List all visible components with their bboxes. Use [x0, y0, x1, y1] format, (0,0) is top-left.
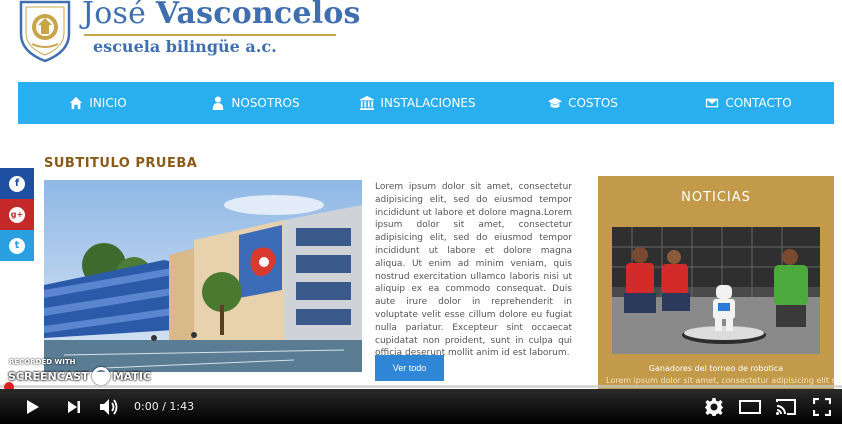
- watermark-recorded-with: RECORDED WITH: [9, 358, 76, 366]
- main-navigation: INICIO NOSOTROS INSTALACIONES COSTOS CON…: [18, 82, 834, 124]
- graduation-cap-icon: [548, 97, 563, 108]
- news-panel: NOTICIAS Ganadores del torneo de robotic…: [598, 176, 834, 396]
- nav-label: CONTACTO: [725, 96, 792, 110]
- next-button[interactable]: [62, 389, 86, 424]
- progress-bar[interactable]: [0, 385, 842, 388]
- play-icon: [27, 399, 39, 414]
- facebook-icon: f: [9, 175, 25, 192]
- nav-label: INICIO: [89, 96, 127, 110]
- brand-divider: [84, 34, 336, 36]
- theater-mode-button[interactable]: [736, 389, 764, 424]
- news-caption[interactable]: Ganadores del torneo de robotica: [598, 364, 834, 373]
- brand-last-name: Vasconcelos: [155, 0, 361, 31]
- play-button[interactable]: [20, 389, 46, 424]
- brand-title: José Vasconcelos: [82, 0, 361, 31]
- fullscreen-icon: [813, 397, 831, 416]
- news-title: NOTICIAS: [681, 190, 751, 205]
- screencast-circle-icon: [91, 367, 110, 385]
- building-icon: [360, 96, 375, 110]
- googleplus-icon: g+: [9, 206, 25, 223]
- watermark-right-text: MATIC: [112, 369, 151, 383]
- gear-icon: [705, 397, 723, 416]
- time-display: 0:00 / 1:43: [134, 400, 195, 413]
- settings-button[interactable]: [700, 389, 728, 424]
- brand-tagline: escuela bilingüe a.c.: [93, 37, 277, 56]
- fullscreen-button[interactable]: [808, 389, 836, 424]
- cast-icon: [776, 398, 796, 415]
- volume-button[interactable]: [96, 389, 122, 424]
- twitter-button[interactable]: t: [0, 230, 34, 261]
- robotics-news-image[interactable]: [612, 227, 820, 354]
- brand-first-name: José: [82, 0, 147, 31]
- school-logo[interactable]: [18, 0, 72, 62]
- home-icon: [70, 96, 83, 110]
- nav-item-instalaciones[interactable]: INSTALACIONES: [333, 82, 503, 124]
- player-controls: [0, 389, 842, 424]
- googleplus-button[interactable]: g+: [0, 199, 34, 230]
- watermark-left-text: SCREENCAST: [8, 369, 89, 383]
- theater-mode-icon: [739, 399, 761, 414]
- nav-item-inicio[interactable]: INICIO: [18, 82, 178, 124]
- nav-item-nosotros[interactable]: NOSOTROS: [178, 82, 333, 124]
- body-paragraph: Lorem ipsum dolor sit amet, consectetur …: [375, 182, 572, 359]
- nav-item-costos[interactable]: COSTOS: [503, 82, 663, 124]
- next-icon: [68, 400, 80, 413]
- facebook-button[interactable]: f: [0, 168, 34, 199]
- section-subtitle: SUBTITULO PRUEBA: [44, 156, 198, 171]
- school-building-image: [44, 180, 362, 372]
- ver-todo-button[interactable]: Ver todo: [375, 355, 444, 381]
- volume-icon: [100, 398, 118, 415]
- nav-label: NOSOTROS: [231, 96, 300, 110]
- user-icon: [213, 96, 224, 110]
- twitter-icon: t: [9, 237, 25, 254]
- cast-button[interactable]: [772, 389, 800, 424]
- screencast-matic-watermark: SCREENCAST MATIC: [8, 367, 151, 385]
- nav-label: INSTALACIONES: [380, 96, 476, 110]
- nav-label: COSTOS: [568, 96, 618, 110]
- envelope-icon: [706, 98, 719, 108]
- nav-item-contacto[interactable]: CONTACTO: [663, 82, 834, 124]
- news-excerpt: Lorem ipsum dolor sit amet, consectetur …: [606, 376, 834, 385]
